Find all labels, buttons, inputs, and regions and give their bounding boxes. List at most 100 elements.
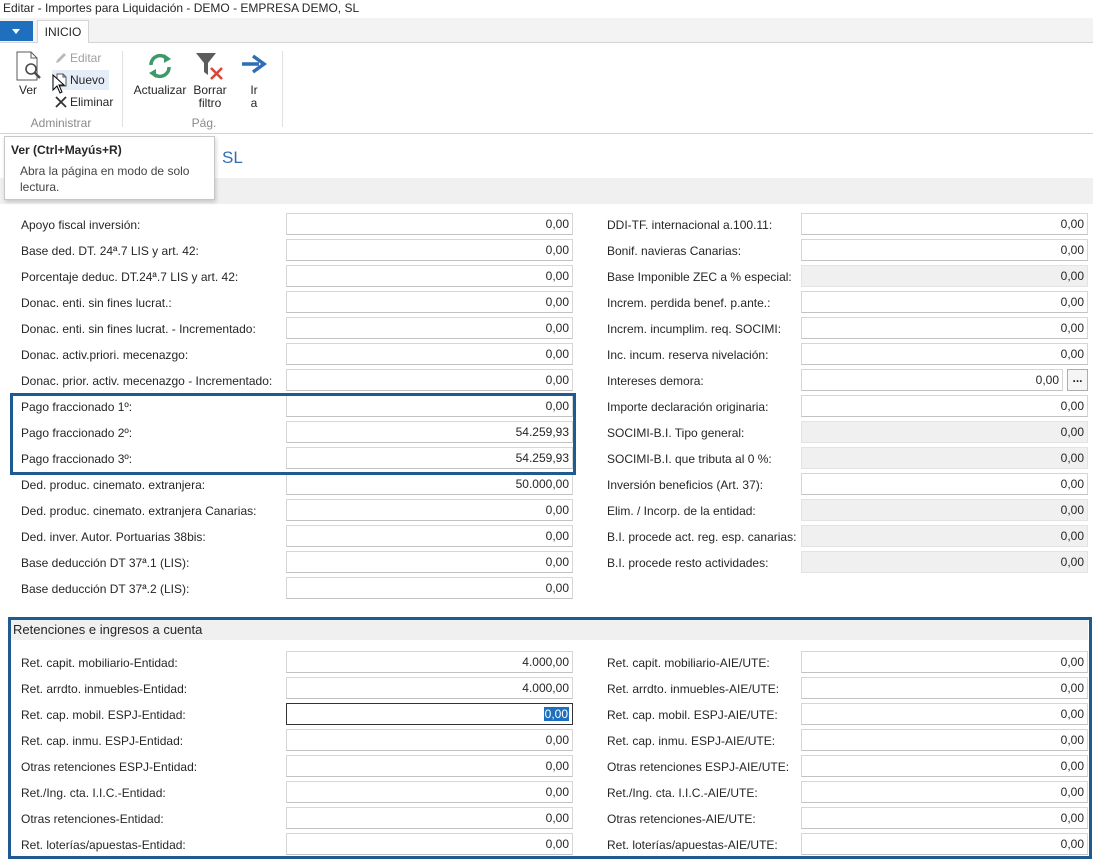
amount-input[interactable]: 0,00 — [801, 291, 1088, 313]
borrar-filtro-label-1: Borrar — [193, 83, 227, 97]
amount-input[interactable]: 0,00 — [286, 265, 573, 287]
amount-input[interactable]: 0,00 — [801, 473, 1088, 495]
amount-readonly: 0,00 — [801, 525, 1088, 547]
tooltip-body-line-2: lectura. — [20, 180, 60, 194]
lookup-button[interactable]: ... — [1067, 369, 1088, 391]
ver-label: Ver — [18, 83, 37, 97]
amount-readonly: 0,00 — [801, 447, 1088, 469]
amount-readonly: 0,00 — [801, 499, 1088, 521]
field-label: B.I. procede act. reg. esp. canarias: — [607, 530, 797, 544]
field-label: Otras retenciones ESPJ-AIE/UTE: — [607, 760, 790, 774]
tab-inicio[interactable]: INICIO — [37, 20, 89, 44]
actualizar-label: Actualizar — [133, 83, 187, 97]
field-label: Increm. incumplim. req. SOCIMI: — [607, 322, 782, 336]
field-label: Ret. arrdto. inmuebles-AIE/UTE: — [607, 682, 780, 696]
field-label: Apoyo fiscal inversión: — [21, 218, 141, 232]
field-row: Ret. loterías/apuestas-AIE/UTE: 0,00 — [607, 832, 1089, 858]
field-row: Ret. loterías/apuestas-Entidad: 0,00 — [21, 832, 573, 858]
field-label: Donac. activ.priori. mecenazgo: — [21, 348, 189, 362]
field-row: Ret. capit. mobiliario-AIE/UTE: 0,00 — [607, 650, 1089, 676]
focused-amount-input[interactable]: 0,00 — [286, 703, 573, 725]
field-label: Ret. cap. mobil. ESPJ-Entidad: — [21, 708, 186, 722]
amount-input[interactable]: 0,00 — [801, 729, 1088, 751]
field-label: Otras retenciones ESPJ-Entidad: — [21, 760, 198, 774]
amount-input[interactable]: 4.000,00 — [286, 677, 573, 699]
amount-input[interactable]: 0,00 — [286, 729, 573, 751]
amount-input[interactable]: 0,00 — [286, 343, 573, 365]
field-label: Bonif. navieras Canarias: — [607, 244, 742, 258]
amount-input[interactable]: 0,00 — [801, 833, 1088, 855]
intereses-demora-input[interactable]: 0,00 — [801, 369, 1063, 391]
ir-a-label-1: Ir — [250, 83, 258, 97]
amount-input[interactable]: 0,00 — [286, 213, 573, 235]
field-label: Donac. enti. sin fines lucrat. - Increme… — [21, 322, 256, 336]
ver-button[interactable]: Ver — [12, 51, 44, 97]
amount-input[interactable]: 0,00 — [801, 677, 1088, 699]
ir-a-button[interactable]: Ir a — [238, 51, 270, 110]
amount-input[interactable]: 50.000,00 — [286, 473, 573, 495]
field-row: B.I. procede act. reg. esp. canarias: 0,0… — [607, 524, 1089, 550]
amount-input[interactable]: 0,00 — [801, 239, 1088, 261]
amount-input[interactable]: 0,00 — [286, 781, 573, 803]
amount-input[interactable]: 0,00 — [801, 807, 1088, 829]
field-label: Increm. perdida benef. p.ante.: — [607, 296, 771, 310]
field-label: B.I. procede resto actividades: — [607, 556, 769, 570]
field-row: Base ded. DT. 24ª.7 LIS y art. 42: 0,00 — [21, 238, 573, 264]
eliminar-button[interactable]: Eliminar — [54, 92, 113, 112]
tooltip-title: Ver (Ctrl+Mayús+R) — [11, 143, 122, 157]
clear-filter-icon — [196, 53, 223, 80]
dropdown-arrow-icon — [12, 29, 20, 34]
field-row: Bonif. navieras Canarias: 0,00 — [607, 238, 1089, 264]
field-row: Ret. cap. mobil. ESPJ-AIE/UTE: 0,00 — [607, 702, 1089, 728]
group-pag: Pág. — [191, 116, 217, 130]
amount-input[interactable]: 4.000,00 — [286, 651, 573, 673]
amount-input[interactable]: 0,00 — [286, 291, 573, 313]
field-row: Donac. activ.priori. mecenazgo: 0,00 — [21, 342, 573, 368]
amount-input[interactable]: 0,00 — [801, 755, 1088, 777]
amount-input[interactable]: 0,00 — [801, 781, 1088, 803]
field-label: Base Imponible ZEC a % especial: — [607, 270, 792, 284]
amount-input[interactable]: 0,00 — [286, 369, 573, 391]
field-label: Ret. cap. inmu. ESPJ-Entidad: — [21, 734, 184, 748]
group-administrar: Administrar — [30, 116, 92, 130]
ribbon-separator — [122, 51, 123, 127]
amount-input[interactable]: 0,00 — [286, 239, 573, 261]
amount-input[interactable]: 0,00 — [286, 833, 573, 855]
field-row: Apoyo fiscal inversión: 0,00 — [21, 212, 573, 238]
amount-input[interactable]: 0,00 — [801, 703, 1088, 725]
actualizar-button[interactable]: Actualizar — [132, 51, 188, 97]
field-label: Base deducción DT 37ª.1 (LIS): — [21, 556, 190, 570]
field-row: Increm. incumplim. req. SOCIMI: 0,00 — [607, 316, 1089, 342]
field-label: Ret. capit. mobiliario-Entidad: — [21, 656, 178, 670]
field-row: Ret. capit. mobiliario-Entidad: 4.000,00 — [21, 650, 573, 676]
field-label: Ret. loterías/apuestas-AIE/UTE: — [607, 838, 778, 852]
amount-input[interactable]: 0,00 — [801, 343, 1088, 365]
amount-input[interactable]: 0,00 — [286, 499, 573, 521]
window-title: Editar - Importes para Liquidación - DEM… — [0, 0, 1093, 18]
field-label: Ded. produc. cinemato. extranjera Canari… — [21, 504, 257, 518]
field-row: Ret. arrdto. inmuebles-AIE/UTE: 0,00 — [607, 676, 1089, 702]
editar-button[interactable]: Editar — [54, 48, 101, 68]
amount-input[interactable]: 0,00 — [801, 213, 1088, 235]
amount-input[interactable]: 0,00 — [286, 577, 573, 599]
borrar-filtro-button[interactable]: Borrar filtro — [190, 51, 230, 110]
field-label: Donac. enti. sin fines lucrat.: — [21, 296, 172, 310]
app-menu-button[interactable] — [0, 21, 33, 41]
amount-input[interactable]: 0,00 — [286, 525, 573, 547]
amount-readonly: 0,00 — [801, 265, 1088, 287]
ribbon-separator — [282, 51, 283, 127]
amount-input[interactable]: 0,00 — [286, 317, 573, 339]
ribbon: Ver Editar Nuevo Eliminar Administrar Ac… — [0, 43, 1093, 134]
field-row: Donac. enti. sin fines lucrat. - Increme… — [21, 316, 573, 342]
amount-input[interactable]: 0,00 — [801, 317, 1088, 339]
amount-input[interactable]: 0,00 — [801, 395, 1088, 417]
amount-input[interactable]: 0,00 — [286, 755, 573, 777]
amount-input[interactable]: 0,00 — [286, 551, 573, 573]
pagos-fraccionados-highlight — [10, 393, 576, 475]
amount-input[interactable]: 0,00 — [286, 807, 573, 829]
field-row: Base Imponible ZEC a % especial: 0,00 — [607, 264, 1089, 290]
editar-label: Editar — [70, 51, 102, 65]
amount-input[interactable]: 0,00 — [801, 651, 1088, 673]
pencil-icon — [56, 53, 66, 63]
view-document-icon — [16, 51, 41, 81]
